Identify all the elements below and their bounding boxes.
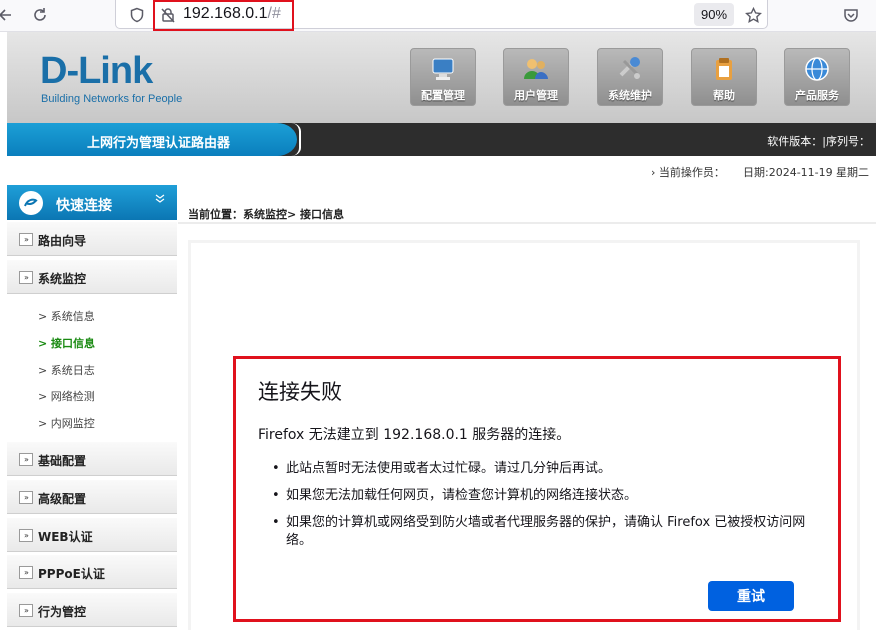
error-description: Firefox 无法建立到 192.168.0.1 服务器的连接。 xyxy=(258,427,571,443)
dlink-logo: D-Link xyxy=(40,50,153,92)
version-info: 软件版本：|序列号： xyxy=(767,135,870,148)
submenu-lan-monitor[interactable]: > 内网监控 xyxy=(38,415,95,431)
double-arrow-icon: » xyxy=(19,271,33,284)
shield-icon[interactable] xyxy=(124,3,150,27)
menu-users-label: 用户管理 xyxy=(514,89,558,102)
current-date: 日期:2024-11-19 xyxy=(743,166,833,179)
sidebar-item-pppoe-auth[interactable]: » PPPoE认证 xyxy=(7,555,177,589)
sidebar-item-label: 系统监控 xyxy=(38,272,87,286)
sidebar-item-label: WEB认证 xyxy=(38,530,93,544)
current-operator: › 当前操作员： xyxy=(651,166,725,179)
clipboard-icon xyxy=(710,55,738,83)
double-arrow-icon: » xyxy=(19,604,33,617)
tools-icon xyxy=(616,55,644,83)
pocket-icon[interactable] xyxy=(838,3,864,27)
menu-users[interactable]: 用户管理 xyxy=(503,48,569,106)
menu-help-label: 帮助 xyxy=(713,89,735,102)
menu-help[interactable]: 帮助 xyxy=(691,48,757,106)
sidebar-item-label: 路由向导 xyxy=(38,234,87,248)
sidebar-item-web-auth[interactable]: » WEB认证 xyxy=(7,518,177,552)
title-tab-edge xyxy=(291,123,301,156)
menu-products[interactable]: 产品服务 xyxy=(784,48,850,106)
sidebar-item-system-monitor[interactable]: » 系统监控 xyxy=(7,260,177,294)
chevron-down-icon[interactable] xyxy=(155,193,165,207)
sidebar-item-label: 基础配置 xyxy=(38,454,87,468)
back-icon[interactable] xyxy=(0,3,18,27)
sidebar: 快速连接 » 路由向导 » 系统监控 > 系统信息 > 接口信息 > 系统日志 … xyxy=(7,185,177,630)
error-title: 连接失败 xyxy=(258,380,342,404)
sidebar-item-behavior-control[interactable]: » 行为管控 xyxy=(7,593,177,627)
menu-products-label: 产品服务 xyxy=(795,89,839,102)
sidebar-item-route-wizard[interactable]: » 路由向导 xyxy=(7,222,177,256)
menu-system[interactable]: 系统维护 xyxy=(597,48,663,106)
submenu-interface-info[interactable]: > 接口信息 xyxy=(38,335,95,351)
error-suggestion: 如果您无法加载任何网页，请检查您计算机的网络连接状态。 xyxy=(258,487,818,505)
retry-button[interactable]: 重试 xyxy=(708,581,794,611)
sidebar-item-advanced-config[interactable]: » 高级配置 xyxy=(7,480,177,514)
reload-icon[interactable] xyxy=(27,3,53,27)
error-suggestions: 此站点暂时无法使用或者太过忙碌。请过几分钟后再试。 如果您无法加载任何网页，请检… xyxy=(258,460,818,559)
zoom-level[interactable]: 90% xyxy=(694,3,734,26)
submenu-system-log[interactable]: > 系统日志 xyxy=(38,362,95,378)
sidebar-item-label: 高级配置 xyxy=(38,492,87,506)
product-title: 上网行为管理认证路由器 xyxy=(87,136,231,151)
title-bar: 上网行为管理认证路由器 软件版本：|序列号： xyxy=(7,123,876,156)
url-highlight-box xyxy=(153,0,294,31)
quick-connect-label: 快速连接 xyxy=(56,198,112,214)
computer-icon xyxy=(429,55,457,83)
users-icon xyxy=(522,55,550,83)
menu-system-label: 系统维护 xyxy=(608,89,652,102)
bookmark-star-icon[interactable] xyxy=(740,3,766,27)
double-arrow-icon: » xyxy=(19,233,33,246)
browser-toolbar: 192.168.0.1/# 90% xyxy=(0,0,876,32)
content-divider xyxy=(178,222,876,224)
router-header: D-Link Building Networks for People 配置管理… xyxy=(7,32,876,123)
double-arrow-icon: » xyxy=(19,491,33,504)
menu-config-label: 配置管理 xyxy=(421,89,465,102)
connection-error-panel: 连接失败 Firefox 无法建立到 192.168.0.1 服务器的连接。 此… xyxy=(233,356,841,622)
double-arrow-icon: » xyxy=(19,529,33,542)
error-suggestion: 如果您的计算机或网络受到防火墙或者代理服务器的保护，请确认 Firefox 已被… xyxy=(258,514,818,550)
current-weekday: 星期二 xyxy=(836,166,869,179)
quick-connect-icon xyxy=(19,191,43,215)
double-arrow-icon: » xyxy=(19,566,33,579)
breadcrumb: 当前位置：系统监控> 接口信息 xyxy=(188,208,345,221)
sidebar-item-basic-config[interactable]: » 基础配置 xyxy=(7,442,177,476)
error-suggestion: 此站点暂时无法使用或者太过忙碌。请过几分钟后再试。 xyxy=(258,460,818,478)
quick-connect-header[interactable]: 快速连接 xyxy=(7,185,177,220)
sidebar-item-label: 行为管控 xyxy=(38,605,87,619)
dlink-tagline: Building Networks for People xyxy=(41,93,183,105)
menu-config[interactable]: 配置管理 xyxy=(410,48,476,106)
sidebar-item-label: PPPoE认证 xyxy=(38,567,105,581)
globe-icon xyxy=(803,55,831,83)
submenu-network-test[interactable]: > 网络检测 xyxy=(38,388,95,404)
submenu-system-info[interactable]: > 系统信息 xyxy=(38,308,95,324)
double-arrow-icon: » xyxy=(19,453,33,466)
